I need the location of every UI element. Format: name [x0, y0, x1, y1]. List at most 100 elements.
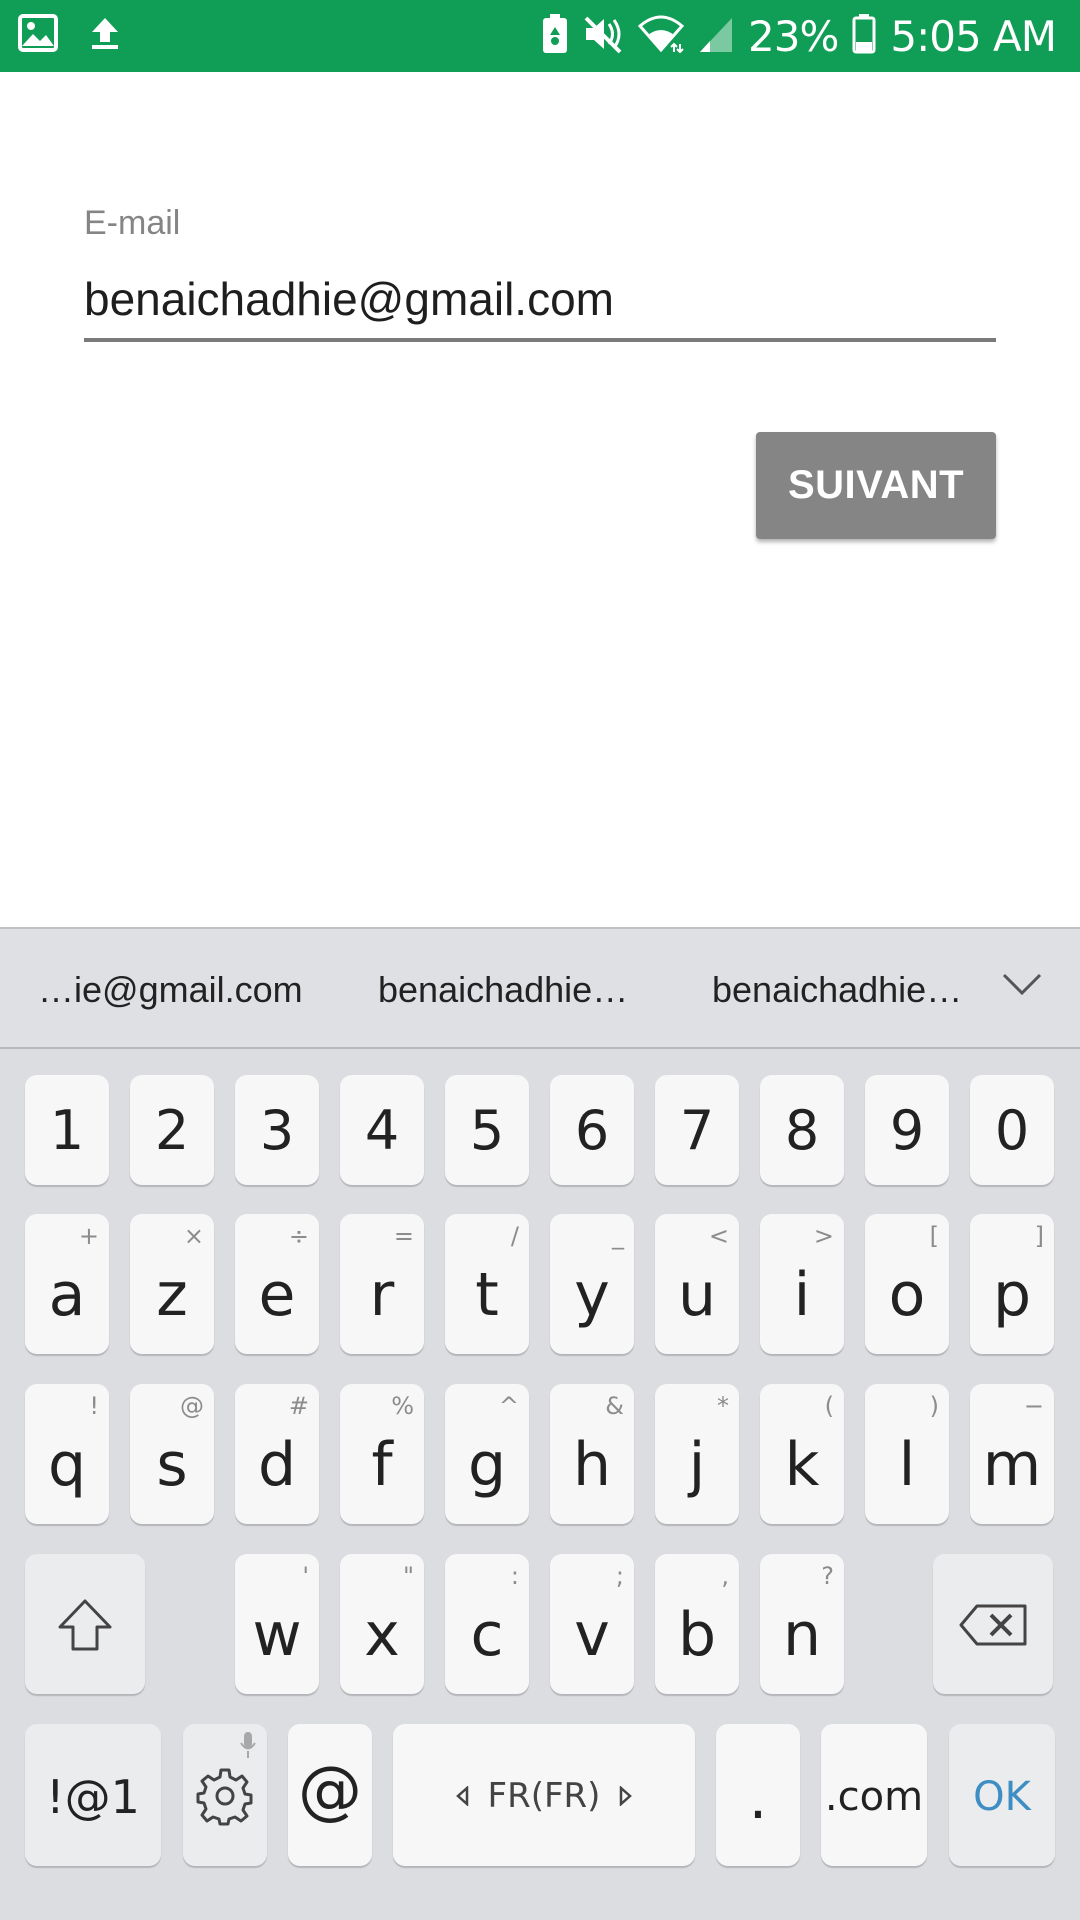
- key-2[interactable]: 2: [130, 1075, 214, 1185]
- ok-key[interactable]: OK: [949, 1724, 1055, 1866]
- chevron-down-icon[interactable]: [1002, 971, 1042, 1002]
- email-field[interactable]: benaichadhie@gmail.com: [84, 272, 614, 326]
- key-p[interactable]: ] p: [970, 1214, 1054, 1354]
- at-key-label: @: [298, 1754, 362, 1828]
- key-label: v: [574, 1600, 610, 1670]
- key-label: g: [467, 1430, 507, 1500]
- battery-saver-icon: [542, 13, 568, 59]
- key-d[interactable]: # d: [235, 1384, 319, 1524]
- key-hint: =: [393, 1222, 414, 1250]
- suggestion-3[interactable]: benaichadhie…: [712, 969, 962, 1011]
- key-7[interactable]: 7: [655, 1075, 739, 1185]
- key-label: 6: [574, 1099, 610, 1162]
- key-hint: ': [302, 1562, 309, 1590]
- key-k[interactable]: (k: [760, 1384, 844, 1524]
- key-9[interactable]: 9: [865, 1075, 949, 1185]
- email-label: E-mail: [84, 204, 181, 242]
- key-hint: ,: [721, 1562, 729, 1590]
- key-hint: %: [391, 1392, 414, 1420]
- key-l[interactable]: ) l: [865, 1384, 949, 1524]
- key-i[interactable]: > i: [760, 1214, 844, 1354]
- key-5[interactable]: 5: [445, 1075, 529, 1185]
- status-bar: 23% 5:05 AM: [0, 0, 1080, 72]
- key-4[interactable]: 4: [340, 1075, 424, 1185]
- key-label: f: [371, 1430, 393, 1500]
- shift-icon: [58, 1599, 112, 1651]
- key-label: 7: [679, 1099, 715, 1162]
- period-key-label: .: [748, 1764, 768, 1832]
- key-j[interactable]: * j: [655, 1384, 739, 1524]
- key-8[interactable]: 8: [760, 1075, 844, 1185]
- key-label: b: [677, 1600, 717, 1670]
- key-q[interactable]: ! q: [25, 1384, 109, 1524]
- symbols-key[interactable]: !@1: [25, 1724, 161, 1866]
- key-hint: ?: [821, 1562, 834, 1590]
- key-o[interactable]: [o: [865, 1214, 949, 1354]
- key-1[interactable]: 1: [25, 1075, 109, 1185]
- key-y[interactable]: _ y: [550, 1214, 634, 1354]
- key-c[interactable]: :c: [445, 1554, 529, 1694]
- dotcom-key[interactable]: .com: [821, 1724, 927, 1866]
- key-hint: ": [402, 1562, 414, 1590]
- key-hint: :: [510, 1562, 519, 1590]
- suggestion-1[interactable]: …ie@gmail.com: [38, 969, 303, 1011]
- key-g[interactable]: ^ g: [445, 1384, 529, 1524]
- key-m[interactable]: − m: [970, 1384, 1054, 1524]
- key-6[interactable]: 6: [550, 1075, 634, 1185]
- key-label: j: [688, 1430, 706, 1500]
- dotcom-key-label: .com: [824, 1774, 924, 1820]
- key-label: y: [574, 1260, 610, 1330]
- key-x[interactable]: " x: [340, 1554, 424, 1694]
- key-h[interactable]: & h: [550, 1384, 634, 1524]
- key-hint: *: [717, 1392, 729, 1420]
- key-hint: @: [180, 1392, 204, 1420]
- settings-key[interactable]: [183, 1724, 267, 1866]
- key-hint: &: [605, 1392, 624, 1420]
- key-s[interactable]: @ s: [130, 1384, 214, 1524]
- keyboard: …ie@gmail.com benaichadhie… benaichadhie…: [0, 927, 1080, 1920]
- key-hint: #: [288, 1392, 309, 1420]
- key-hint: (: [824, 1392, 834, 1420]
- key-label: m: [982, 1430, 1042, 1500]
- key-label: 2: [154, 1099, 190, 1162]
- key-hint: _: [612, 1222, 624, 1250]
- key-r[interactable]: = r: [340, 1214, 424, 1354]
- key-label: r: [369, 1260, 395, 1330]
- mute-icon: [582, 14, 624, 59]
- key-0[interactable]: 0: [970, 1075, 1054, 1185]
- image-icon: [18, 14, 58, 57]
- key-label: k: [784, 1430, 820, 1500]
- suggestion-2[interactable]: benaichadhie…: [378, 969, 628, 1011]
- key-b[interactable]: ,b: [655, 1554, 739, 1694]
- key-hint: /: [510, 1222, 519, 1250]
- key-label: p: [992, 1260, 1032, 1330]
- key-a[interactable]: + a: [25, 1214, 109, 1354]
- key-label: z: [156, 1260, 188, 1330]
- key-e[interactable]: ÷ e: [235, 1214, 319, 1354]
- key-label: d: [257, 1430, 297, 1500]
- key-t[interactable]: / t: [445, 1214, 529, 1354]
- key-v[interactable]: ; v: [550, 1554, 634, 1694]
- key-w[interactable]: ' w: [235, 1554, 319, 1694]
- key-label: w: [252, 1600, 302, 1670]
- key-label: t: [475, 1260, 499, 1330]
- email-field-underline: [84, 338, 996, 342]
- at-key[interactable]: @: [288, 1724, 372, 1866]
- key-label: 8: [784, 1099, 820, 1162]
- key-hint: −: [1023, 1392, 1044, 1420]
- next-button[interactable]: SUIVANT: [756, 432, 996, 539]
- period-key[interactable]: .: [716, 1724, 800, 1866]
- key-n[interactable]: ? n: [760, 1554, 844, 1694]
- key-label: 3: [259, 1099, 295, 1162]
- key-3[interactable]: 3: [235, 1075, 319, 1185]
- backspace-key[interactable]: [933, 1554, 1053, 1694]
- key-z[interactable]: × z: [130, 1214, 214, 1354]
- space-key[interactable]: FR(FR): [393, 1724, 695, 1866]
- key-u[interactable]: < u: [655, 1214, 739, 1354]
- key-label: e: [258, 1260, 296, 1330]
- battery-icon: [852, 13, 876, 59]
- key-f[interactable]: % f: [340, 1384, 424, 1524]
- key-label: x: [364, 1600, 400, 1670]
- key-hint: +: [78, 1222, 99, 1250]
- shift-key[interactable]: [25, 1554, 145, 1694]
